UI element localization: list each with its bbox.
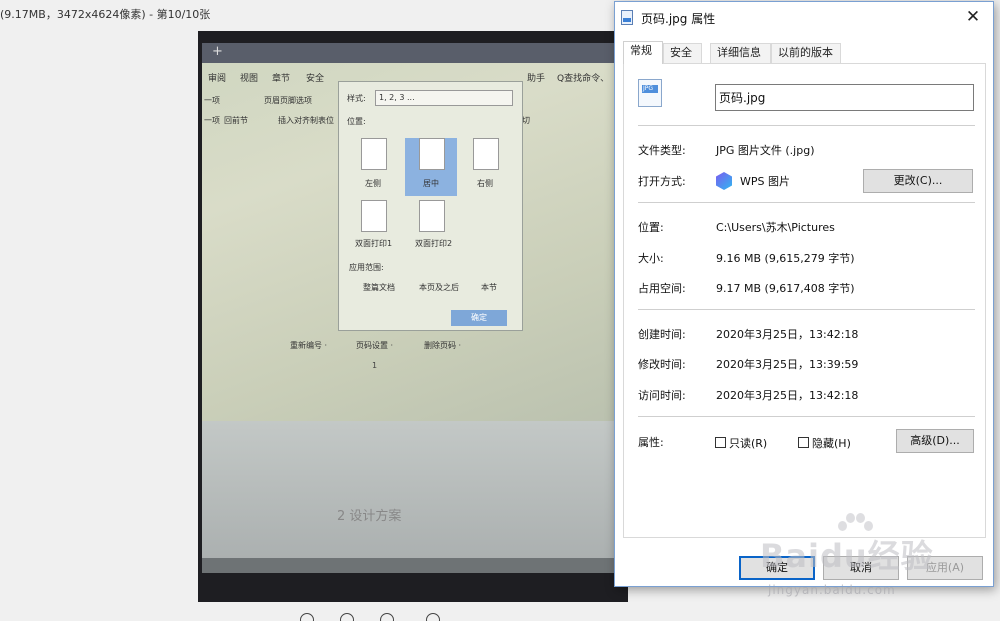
photo-doc-heading: 2 设计方案 (337, 509, 402, 524)
file-type-label: 文件类型: (638, 144, 686, 157)
open-with-value: WPS 图片 (740, 175, 790, 188)
tab-details[interactable]: 详细信息 (710, 43, 771, 63)
file-type-value: JPG 图片文件 (.jpg) (716, 144, 815, 157)
zoom-out-icon[interactable] (300, 613, 314, 621)
viewer-controls (218, 613, 618, 621)
photo-screen: + 审阅 视图 章节 安全 助手 Q查找命令、 一项 页眉页脚选项 一项 回前节… (202, 43, 620, 573)
photo-page-bar: 重新编号 · 页码设置 · 删除页码 · (272, 337, 472, 353)
image-file-icon (621, 10, 633, 25)
photo-tool-item: 一项 (204, 96, 220, 105)
photo-position-name: 右侧 (477, 179, 493, 188)
photo-position-label: 位置: (347, 117, 366, 126)
photo-tool-item: 切 (522, 116, 530, 125)
hidden-checkbox[interactable]: 隐藏(H) (798, 435, 851, 451)
viewer-title: (9.17MB，3472x4624像素) - 第10/10张 (0, 8, 211, 21)
accessed-label: 访问时间: (638, 389, 686, 402)
photo-menu-item: 审阅 (208, 74, 227, 84)
open-with-label: 打开方式: (638, 175, 686, 188)
photo-page-bar-item: 页码设置 · (356, 341, 394, 350)
checkbox-box-icon (798, 437, 809, 448)
photo-range-option: 整篇文档 (363, 283, 395, 292)
created-value: 2020年3月25日，13:42:18 (716, 328, 859, 341)
jpg-file-icon: JPG (638, 79, 662, 107)
attributes-label: 属性: (638, 436, 664, 449)
photo-page-option (473, 138, 499, 170)
photo-page-option (361, 138, 387, 170)
advanced-button[interactable]: 高级(D)... (896, 429, 974, 453)
change-button[interactable]: 更改(C)... (863, 169, 973, 193)
dialog-title: 页码.jpg 属性 (641, 12, 716, 26)
photo-image: + 审阅 视图 章节 安全 助手 Q查找命令、 一项 页眉页脚选项 一项 回前节… (198, 31, 628, 602)
properties-dialog: 页码.jpg 属性 ✕ 常规 安全 详细信息 以前的版本 JPG 文件类型: J… (614, 1, 994, 587)
photo-tool-item: 插入对齐制表位 (278, 116, 334, 125)
photo-style-combo: 1, 2, 3 ... (375, 90, 513, 106)
photo-status-bar (202, 558, 620, 573)
next-icon[interactable] (426, 613, 440, 621)
photo-position-name: 双面打印2 (415, 239, 453, 248)
tab-security[interactable]: 安全 (663, 43, 702, 63)
jpg-file-icon-text: JPG (643, 85, 654, 92)
photo-tool-item: 页眉页脚选项 (264, 96, 312, 105)
ok-button[interactable]: 确定 (739, 556, 815, 580)
modified-label: 修改时间: (638, 358, 686, 371)
disk-size-label: 占用空间: (638, 282, 686, 295)
photo-ok-button: 确定 (451, 310, 507, 326)
location-value: C:\Users\苏木\Pictures (716, 221, 835, 234)
photo-position-name: 双面打印1 (355, 239, 393, 248)
accessed-value: 2020年3月25日，13:42:18 (716, 389, 859, 402)
photo-menu-item: 安全 (306, 74, 325, 84)
photo-page-number-dialog: 样式: 1, 2, 3 ... 位置: 左侧 居中 右侧 双面打印1 双面打印2… (338, 81, 523, 331)
photo-page-option (419, 200, 445, 232)
general-panel: JPG 文件类型: JPG 图片文件 (.jpg) 打开方式: WPS 图片 更… (623, 63, 986, 538)
photo-tabbar: + (202, 43, 620, 63)
cancel-button[interactable]: 取消 (823, 556, 899, 580)
photo-tool-item: 回前节 (224, 116, 248, 125)
photo-page-option (419, 138, 445, 170)
photo-range-option: 本节 (481, 283, 497, 292)
tab-general[interactable]: 常规 (623, 41, 663, 64)
photo-page-bar-item: 删除页码 · (424, 341, 462, 350)
readonly-checkbox[interactable]: 只读(R) (715, 435, 767, 451)
photo-page-option (361, 200, 387, 232)
size-value: 9.16 MB (9,615,279 字节) (716, 252, 855, 265)
separator (638, 125, 975, 126)
tab-previous-versions[interactable]: 以前的版本 (771, 43, 841, 63)
photo-range-label: 应用范围: (349, 263, 384, 272)
photo-menu-item: 章节 (272, 74, 291, 84)
dialog-titlebar[interactable]: 页码.jpg 属性 ✕ (615, 2, 993, 33)
separator (638, 309, 975, 310)
photo-position-name: 居中 (423, 179, 439, 188)
photo-tab-plus: + (212, 44, 223, 59)
separator (638, 416, 975, 417)
size-label: 大小: (638, 252, 664, 265)
photo-document-area (202, 421, 620, 571)
hidden-label: 隐藏(H) (812, 437, 851, 450)
photo-position-name: 左侧 (365, 179, 381, 188)
location-label: 位置: (638, 221, 664, 234)
wps-app-icon (716, 172, 732, 190)
created-label: 创建时间: (638, 328, 686, 341)
readonly-label: 只读(R) (729, 437, 768, 450)
zoom-in-icon[interactable] (340, 613, 354, 621)
prev-icon[interactable] (380, 613, 394, 621)
photo-tool-item: 一项 (204, 116, 220, 125)
photo-page-number: 1 (372, 361, 378, 370)
photo-menu-item: 助手 (527, 74, 546, 84)
separator (638, 202, 975, 203)
photo-range-option: 本页及之后 (419, 283, 459, 292)
modified-value: 2020年3月25日，13:39:59 (716, 358, 859, 371)
photo-menu-item: Q查找命令、 (557, 74, 610, 84)
close-button[interactable]: ✕ (953, 2, 993, 33)
photo-style-label: 样式: (347, 94, 366, 103)
apply-button[interactable]: 应用(A) (907, 556, 983, 580)
photo-page-bar-item: 重新编号 · (290, 341, 328, 350)
filename-input[interactable] (715, 84, 974, 111)
photo-menu-item: 视图 (240, 74, 259, 84)
checkbox-box-icon (715, 437, 726, 448)
disk-size-value: 9.17 MB (9,617,408 字节) (716, 282, 855, 295)
